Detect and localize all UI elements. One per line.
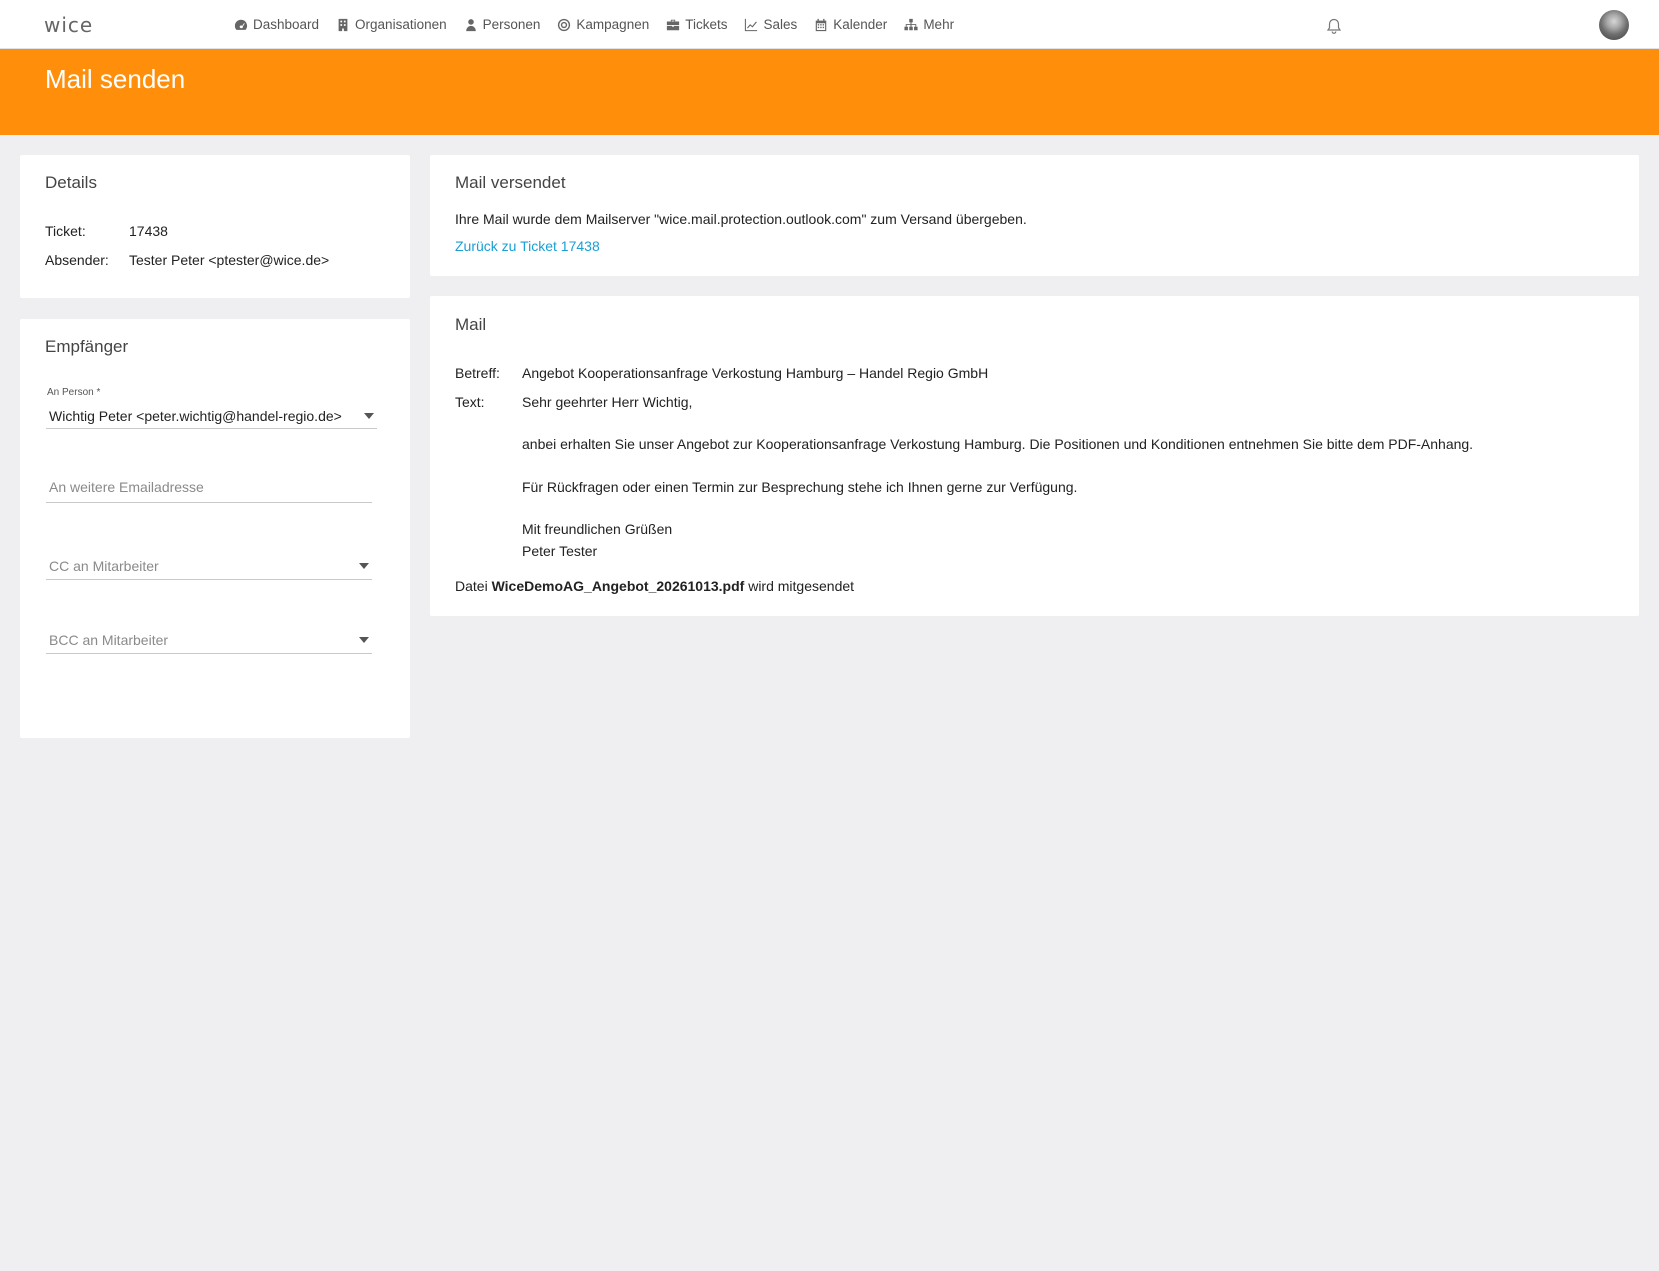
text-label: Text:: [455, 394, 485, 410]
cc-placeholder: CC an Mitarbeiter: [49, 558, 159, 574]
recipients-title: Empfänger: [45, 337, 129, 356]
mail-greeting: Sehr geehrter Herr Wichtig,: [522, 394, 693, 410]
more-email-placeholder: An weitere Emailadresse: [49, 479, 204, 495]
nav-kalender-label: Kalender: [833, 17, 888, 32]
chevron-down-icon: [364, 412, 374, 419]
nav-dashboard[interactable]: Dashboard: [234, 17, 319, 32]
attachment-prefix: Datei: [455, 578, 488, 594]
details-card: Details Ticket: 17438 Absender: Tester P…: [20, 155, 410, 298]
nav-mehr[interactable]: Mehr: [904, 17, 954, 32]
ticket-label: Ticket:: [45, 223, 86, 239]
nav-tickets-label: Tickets: [685, 17, 728, 32]
mail-signature: Peter Tester: [522, 543, 598, 559]
attachment-note: Datei WiceDemoAG_Angebot_20261013.pdf wi…: [455, 578, 854, 594]
sender-value: Tester Peter <ptester@wice.de>: [129, 252, 330, 268]
subject-label: Betreff:: [455, 365, 500, 381]
ticket-row: Ticket: 17438: [45, 223, 168, 239]
top-navbar: wice Dashboard Organisationen Personen K…: [0, 0, 1659, 49]
user-avatar[interactable]: [1599, 10, 1629, 40]
mail-card: Mail Betreff: Angebot Kooperationsanfrag…: [430, 296, 1639, 616]
mail-closing: Mit freundlichen Grüßen: [522, 521, 673, 537]
building-icon: [338, 18, 348, 31]
bell-icon[interactable]: [1326, 18, 1342, 35]
nav-sales[interactable]: Sales: [744, 17, 797, 32]
wice-logo[interactable]: wice: [44, 14, 114, 36]
attachment-filename: WiceDemoAG_Angebot_20261013.pdf: [491, 578, 745, 594]
mail-paragraph-2: Für Rückfragen oder einen Termin zur Bes…: [522, 479, 1078, 495]
to-person-label: An Person *: [47, 387, 101, 398]
mail-sent-title: Mail versendet: [455, 173, 566, 192]
attachment-suffix: wird mitgesendet: [748, 578, 855, 594]
text-row: Text: Sehr geehrter Herr Wichtig,: [455, 394, 692, 410]
page-header: Mail senden: [0, 49, 1659, 135]
person-icon: [465, 18, 476, 31]
nav-organisationen[interactable]: Organisationen: [336, 17, 447, 32]
nav-organisationen-label: Organisationen: [355, 17, 447, 32]
subject-row: Betreff: Angebot Kooperationsanfrage Ver…: [455, 365, 988, 381]
nav-personen-label: Personen: [482, 17, 541, 32]
back-to-ticket-link[interactable]: Zurück zu Ticket 17438: [455, 238, 600, 254]
ticket-value: 17438: [129, 223, 168, 239]
sitemap-icon: [904, 18, 918, 30]
mail-paragraph-1: anbei erhalten Sie unser Angebot zur Koo…: [522, 436, 1474, 452]
nav-kampagnen-label: Kampagnen: [576, 17, 650, 32]
sender-row: Absender: Tester Peter <ptester@wice.de>: [45, 252, 329, 268]
svg-text:wice: wice: [44, 14, 93, 36]
target-icon: [558, 18, 571, 31]
briefcase-icon: [667, 19, 680, 30]
to-person-select[interactable]: Wichtig Peter <peter.wichtig@handel-regi…: [46, 403, 377, 429]
page-title: Mail senden: [45, 64, 186, 94]
chevron-down-icon: [359, 563, 369, 569]
dashboard-icon: [234, 19, 248, 30]
cc-select[interactable]: CC an Mitarbeiter: [46, 553, 372, 580]
nav-kalender[interactable]: Kalender: [814, 17, 887, 32]
chart-line-icon: [745, 18, 758, 31]
more-email-input[interactable]: An weitere Emailadresse: [46, 472, 372, 503]
sender-label: Absender:: [45, 252, 109, 268]
mail-title: Mail: [455, 315, 487, 334]
nav-mehr-label: Mehr: [923, 17, 955, 32]
to-person-value: Wichtig Peter <peter.wichtig@handel-regi…: [49, 407, 342, 424]
bcc-placeholder: BCC an Mitarbeiter: [49, 632, 169, 648]
calendar-icon: [816, 18, 827, 31]
chevron-down-icon: [359, 637, 369, 643]
mail-sent-card: Mail versendet Ihre Mail wurde dem Mails…: [430, 155, 1639, 276]
mail-sent-message: Ihre Mail wurde dem Mailserver "wice.mai…: [455, 211, 1027, 227]
nav-personen[interactable]: Personen: [464, 17, 541, 32]
main-nav: Dashboard Organisationen Personen Kampag…: [234, 0, 971, 49]
nav-tickets[interactable]: Tickets: [666, 17, 727, 32]
nav-sales-label: Sales: [763, 17, 798, 32]
bcc-select[interactable]: BCC an Mitarbeiter: [46, 627, 372, 654]
nav-kampagnen[interactable]: Kampagnen: [557, 17, 649, 32]
nav-dashboard-label: Dashboard: [253, 17, 320, 32]
recipients-card: Empfänger An Person * Wichtig Peter <pet…: [20, 319, 410, 738]
subject-value: Angebot Kooperationsanfrage Verkostung H…: [522, 365, 989, 381]
details-title: Details: [45, 173, 97, 192]
